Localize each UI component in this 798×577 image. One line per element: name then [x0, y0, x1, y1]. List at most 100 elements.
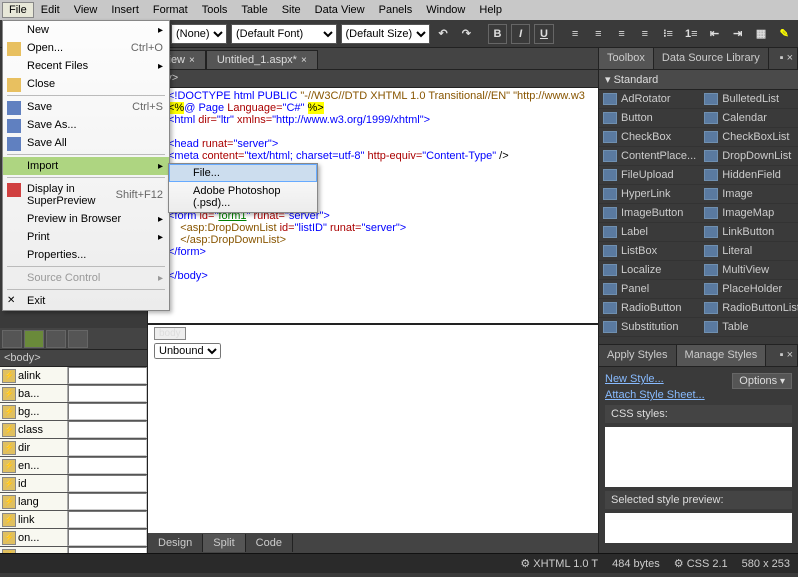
css-styles-list[interactable] — [605, 427, 792, 487]
tool-linkbutton[interactable]: LinkButton — [700, 223, 798, 242]
prop-row[interactable]: ⚡dir — [0, 439, 147, 457]
undo-icon[interactable]: ↶ — [434, 24, 453, 44]
menu-file[interactable]: File — [2, 2, 34, 18]
close-icon[interactable]: × — [301, 55, 307, 66]
prop-row[interactable]: ⚡en... — [0, 457, 147, 475]
menu-insert[interactable]: Insert — [104, 2, 146, 18]
close-icon[interactable]: × — [189, 55, 195, 66]
tool-image[interactable]: Image — [700, 185, 798, 204]
tool-placeholder[interactable]: PlaceHolder — [700, 280, 798, 299]
align-center-icon[interactable]: ≡ — [589, 24, 608, 44]
prop-pages-icon[interactable] — [68, 330, 88, 348]
menu-table[interactable]: Table — [234, 2, 274, 18]
tool-radiobutton[interactable]: RadioButton — [599, 299, 700, 318]
prop-row[interactable]: ⚡alink — [0, 367, 147, 385]
menu-item-close[interactable]: Close — [3, 75, 169, 93]
prop-row[interactable]: ⚡bg... — [0, 403, 147, 421]
menu-window[interactable]: Window — [419, 2, 472, 18]
prop-alpha-icon[interactable] — [24, 330, 44, 348]
tool-adrotator[interactable]: AdRotator — [599, 90, 700, 109]
prop-row[interactable]: ⚡lang — [0, 493, 147, 511]
tool-substitution[interactable]: Substitution — [599, 318, 700, 337]
menu-item-import[interactable]: Import — [3, 157, 169, 175]
menu-item-open-[interactable]: Open...Ctrl+O — [3, 39, 169, 57]
menu-item-source-control[interactable]: Source Control — [3, 269, 169, 287]
doc-tab[interactable]: Untitled_1.aspx*× — [206, 50, 318, 69]
status-css[interactable]: ⚙ CSS 2.1 — [674, 557, 728, 570]
underline-icon[interactable]: U — [534, 24, 553, 44]
menu-item-save-as-[interactable]: Save As... — [3, 116, 169, 134]
tool-checkboxlist[interactable]: CheckBoxList — [700, 128, 798, 147]
justify-icon[interactable]: ≡ — [635, 24, 654, 44]
menu-item-print[interactable]: Print — [3, 228, 169, 246]
indent-icon[interactable]: ⇥ — [728, 24, 747, 44]
design-dropdown[interactable]: Unbound — [154, 343, 221, 359]
view-tab-design[interactable]: Design — [148, 534, 203, 552]
tool-hiddenfield[interactable]: HiddenField — [700, 166, 798, 185]
toolbox-group-header[interactable]: ▾ Standard — [599, 70, 798, 90]
tool-label[interactable]: Label — [599, 223, 700, 242]
italic-icon[interactable]: I — [511, 24, 530, 44]
tool-dropdownlist[interactable]: DropDownList — [700, 147, 798, 166]
tool-bulletedlist[interactable]: BulletedList — [700, 90, 798, 109]
tool-radiobuttonlist[interactable]: RadioButtonList — [700, 299, 798, 318]
font-combo[interactable]: (Default Font) — [231, 24, 337, 44]
tool-listbox[interactable]: ListBox — [599, 242, 700, 261]
bullets-icon[interactable]: ⁝≡ — [658, 24, 677, 44]
tool-button[interactable]: Button — [599, 109, 700, 128]
attach-style-link[interactable]: Attach Style Sheet... — [605, 389, 792, 401]
style-combo[interactable]: (None) — [171, 24, 227, 44]
style-tab-apply-styles[interactable]: Apply Styles — [599, 345, 677, 366]
menu-view[interactable]: View — [67, 2, 105, 18]
menu-item-properties-[interactable]: Properties... — [3, 246, 169, 264]
tool-imagebutton[interactable]: ImageButton — [599, 204, 700, 223]
menu-panels[interactable]: Panels — [372, 2, 420, 18]
design-tag-label[interactable]: body — [154, 327, 186, 340]
tool-checkbox[interactable]: CheckBox — [599, 128, 700, 147]
panel-tab-data-source-library[interactable]: Data Source Library — [654, 48, 769, 69]
align-right-icon[interactable]: ≡ — [612, 24, 631, 44]
menu-edit[interactable]: Edit — [34, 2, 67, 18]
redo-icon[interactable]: ↷ — [457, 24, 476, 44]
menu-item-recent-files[interactable]: Recent Files — [3, 57, 169, 75]
prop-categorized-icon[interactable] — [2, 330, 22, 348]
bold-icon[interactable]: B — [488, 24, 507, 44]
property-grid[interactable]: ⚡alink⚡ba...⚡bg...⚡class⚡dir⚡en...⚡id⚡la… — [0, 367, 147, 553]
menu-tools[interactable]: Tools — [195, 2, 235, 18]
tool-table[interactable]: Table — [700, 318, 798, 337]
tool-literal[interactable]: Literal — [700, 242, 798, 261]
menu-help[interactable]: Help — [472, 2, 509, 18]
prop-row[interactable]: ⚡link — [0, 511, 147, 529]
menu-item-preview-in-browser[interactable]: Preview in Browser — [3, 210, 169, 228]
view-tab-code[interactable]: Code — [246, 534, 293, 552]
menu-item-save-all[interactable]: Save All — [3, 134, 169, 152]
panel-tab-toolbox[interactable]: Toolbox — [599, 48, 654, 69]
tool-contentplace[interactable]: ContentPlace... — [599, 147, 700, 166]
design-surface[interactable]: body Unbound — [148, 323, 598, 533]
options-button[interactable]: Options ▾ — [732, 373, 792, 389]
prop-row[interactable]: ⚡on... — [0, 529, 147, 547]
submenu-file-[interactable]: File... — [169, 164, 317, 182]
panel-close-icon[interactable]: ▪ × — [776, 48, 798, 69]
tool-localize[interactable]: Localize — [599, 261, 700, 280]
style-tab-manage-styles[interactable]: Manage Styles — [677, 345, 767, 366]
prop-row[interactable]: ⚡ba... — [0, 385, 147, 403]
menu-format[interactable]: Format — [146, 2, 195, 18]
size-combo[interactable]: (Default Size) — [341, 24, 430, 44]
highlight-icon[interactable]: ✎ — [775, 24, 794, 44]
tag-crumb[interactable]: ody> — [148, 70, 598, 88]
numbered-icon[interactable]: 1≡ — [682, 24, 701, 44]
align-left-icon[interactable]: ≡ — [565, 24, 584, 44]
menu-item-save[interactable]: SaveCtrl+S — [3, 98, 169, 116]
menu-data-view[interactable]: Data View — [308, 2, 372, 18]
outdent-icon[interactable]: ⇤ — [705, 24, 724, 44]
menu-site[interactable]: Site — [275, 2, 308, 18]
status-doctype[interactable]: ⚙ XHTML 1.0 T — [520, 557, 598, 570]
prop-row[interactable]: ⚡on... — [0, 547, 147, 553]
tool-multiview[interactable]: MultiView — [700, 261, 798, 280]
submenu-adobe-photoshop-psd-[interactable]: Adobe Photoshop (.psd)... — [169, 182, 317, 212]
menu-item-exit[interactable]: Exit✕ — [3, 292, 169, 310]
borders-icon[interactable]: ▦ — [751, 24, 770, 44]
tool-panel[interactable]: Panel — [599, 280, 700, 299]
tool-hyperlink[interactable]: HyperLink — [599, 185, 700, 204]
